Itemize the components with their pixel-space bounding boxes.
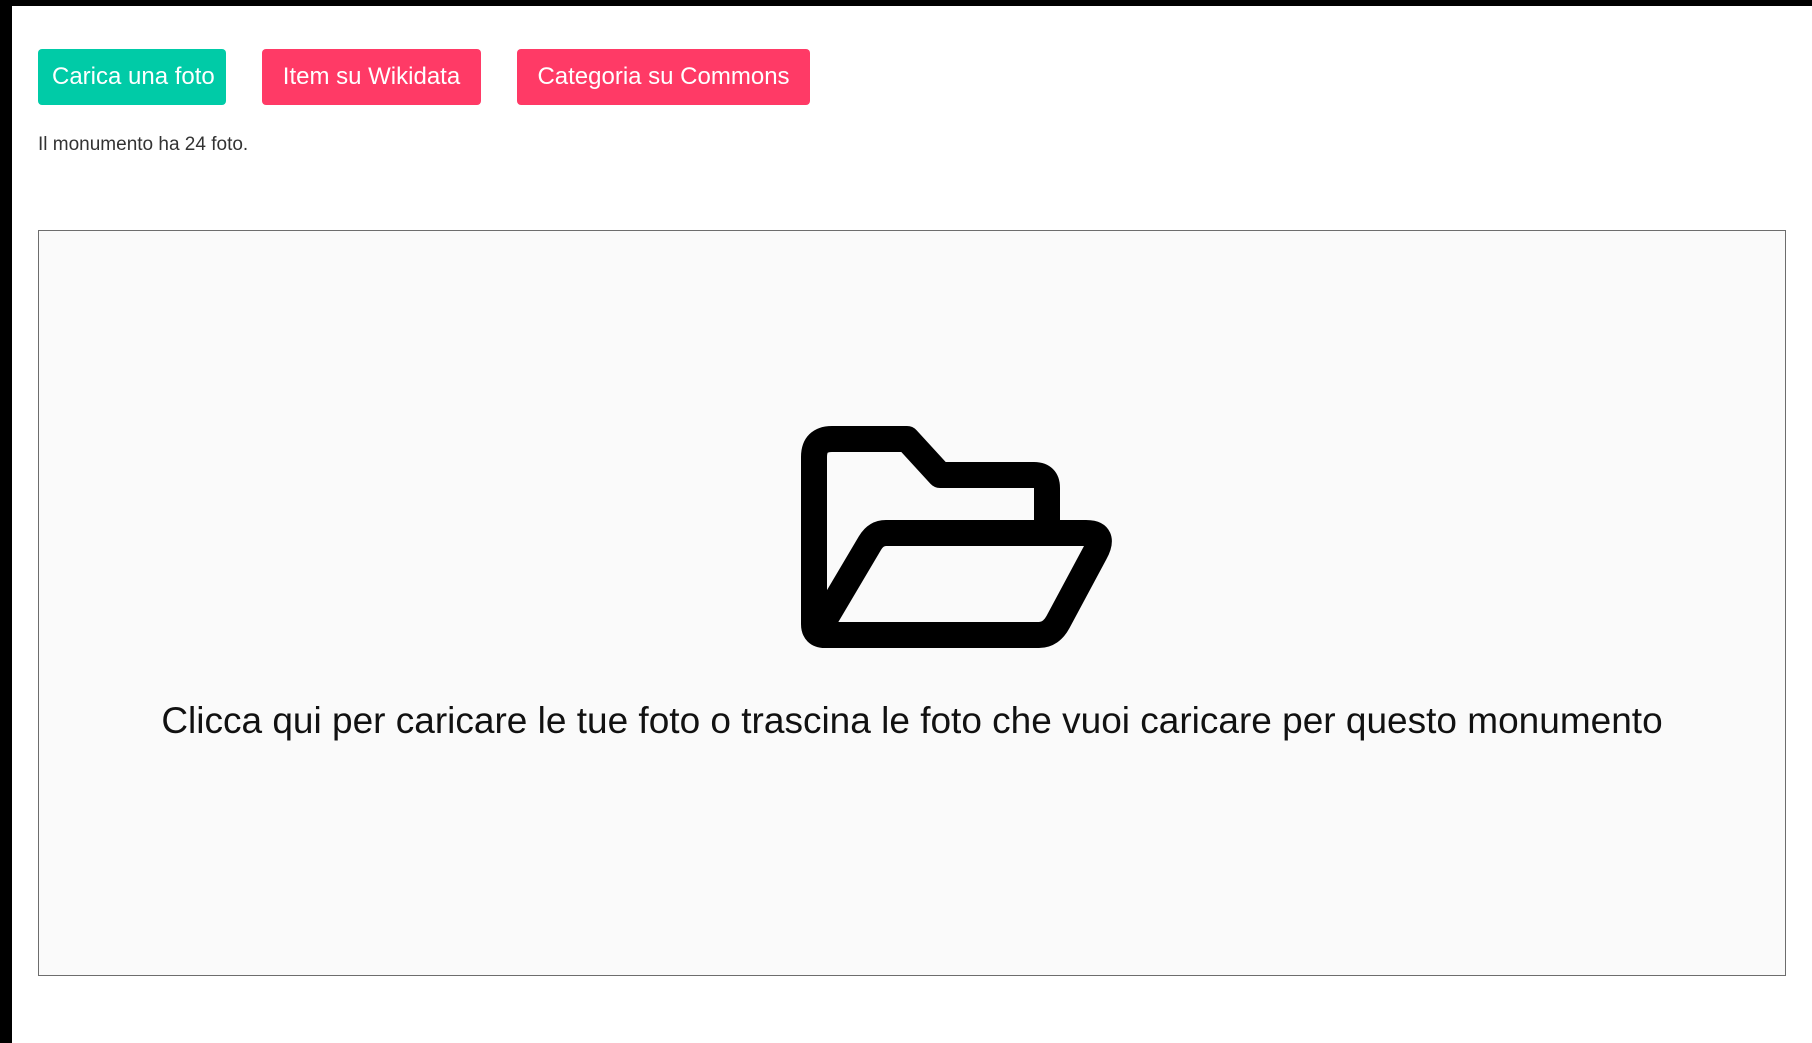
action-buttons: Carica una foto Item su Wikidata Categor…: [38, 49, 810, 105]
photo-count-text: Il monumento ha 24 foto.: [38, 134, 249, 155]
photo-dropzone[interactable]: Clicca qui per caricare le tue foto o tr…: [38, 230, 1786, 976]
page: Carica una foto Item su Wikidata Categor…: [12, 6, 1812, 1043]
wikidata-item-button[interactable]: Item su Wikidata: [262, 49, 481, 105]
upload-photo-button[interactable]: Carica una foto: [38, 49, 226, 105]
dropzone-message: Clicca qui per caricare le tue foto o tr…: [161, 700, 1663, 741]
folder-open-icon: [801, 426, 1112, 648]
commons-category-button[interactable]: Categoria su Commons: [517, 49, 810, 105]
